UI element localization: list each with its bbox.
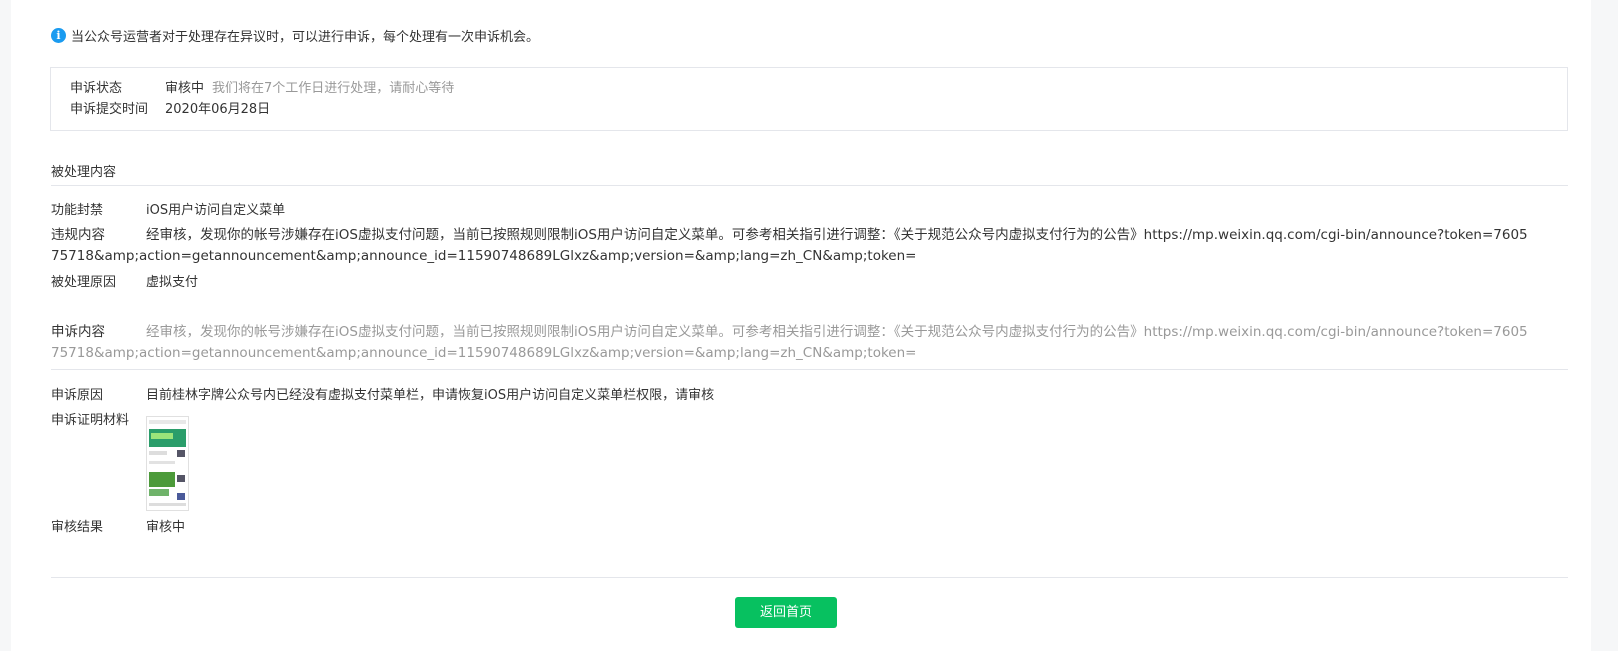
review-result-value: 审核中 <box>146 520 186 535</box>
info-icon: i <box>51 28 66 43</box>
notice-text: 当公众号运营者对于处理存在异议时，可以进行申诉，每个处理有一次申诉机会。 <box>71 30 540 45</box>
processed-section-title: 被处理内容 <box>51 165 117 180</box>
processed-reason-value: 虚拟支付 <box>146 275 199 290</box>
status-row: 申诉状态 审核中 我们将在7个工作日进行处理，请耐心等待 <box>70 77 454 96</box>
violation-label: 违规内容 <box>51 227 105 243</box>
review-result-label: 审核结果 <box>51 520 104 535</box>
status-label: 申诉状态 <box>70 81 123 96</box>
appeal-content-label: 申诉内容 <box>51 324 105 340</box>
status-tip: 我们将在7个工作日进行处理，请耐心等待 <box>212 81 455 96</box>
appeal-content-value: 经审核，发现你的帐号涉嫌存在iOS虚拟支付问题，当前已按照规则限制iOS用户访问… <box>51 324 1528 361</box>
submit-time-label: 申诉提交时间 <box>70 102 149 117</box>
submit-time-value: 2020年06月28日 <box>165 102 271 117</box>
submit-time-row: 申诉提交时间 2020年06月28日 <box>70 98 270 117</box>
status-value: 审核中 <box>165 81 205 96</box>
evidence-label: 申诉证明材料 <box>51 413 130 428</box>
back-home-button[interactable]: 返回首页 <box>735 597 837 628</box>
evidence-thumbnail[interactable] <box>146 416 189 511</box>
violation-value: 经审核，发现你的帐号涉嫌存在iOS虚拟支付问题，当前已按照规则限制iOS用户访问… <box>51 227 1528 264</box>
appeal-content-field: 申诉内容 经审核，发现你的帐号涉嫌存在iOS虚拟支付问题，当前已按照规则限制iOS… <box>51 322 1529 364</box>
processed-reason-label: 被处理原因 <box>51 275 117 290</box>
section-divider <box>51 185 1568 186</box>
violation-field: 违规内容 经审核，发现你的帐号涉嫌存在iOS虚拟支付问题，当前已按照规则限制iOS… <box>51 225 1529 267</box>
footer-divider <box>51 577 1568 578</box>
appeal-reason-value: 目前桂林字牌公众号内已经没有虚拟支付菜单栏，申请恢复iOS用户访问自定义菜单栏权… <box>146 388 715 403</box>
function-ban-value: iOS用户访问自定义菜单 <box>146 203 286 218</box>
appeal-divider <box>51 369 1568 370</box>
appeal-reason-label: 申诉原因 <box>51 388 104 403</box>
appeal-status-box: 申诉状态 审核中 我们将在7个工作日进行处理，请耐心等待 申诉提交时间 2020… <box>50 67 1568 131</box>
appeal-detail-page: i 当公众号运营者对于处理存在异议时，可以进行申诉，每个处理有一次申诉机会。 申… <box>11 0 1591 651</box>
function-ban-label: 功能封禁 <box>51 203 104 218</box>
appeal-notice: i 当公众号运营者对于处理存在异议时，可以进行申诉，每个处理有一次申诉机会。 <box>51 26 539 45</box>
